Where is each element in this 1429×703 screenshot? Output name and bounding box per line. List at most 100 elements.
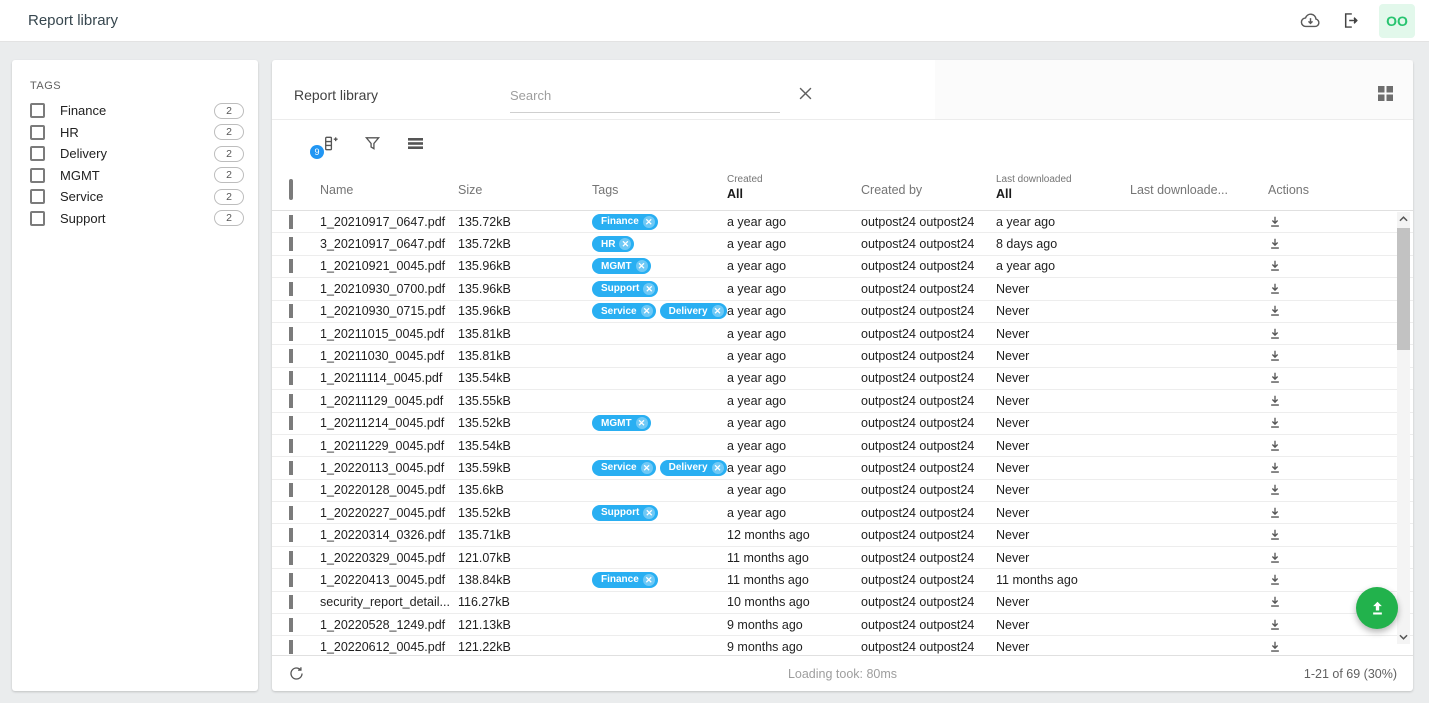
row-checkbox[interactable] bbox=[289, 506, 293, 520]
search-input[interactable] bbox=[510, 86, 780, 113]
tag-filter-checkbox[interactable] bbox=[30, 211, 45, 226]
created-filter-value[interactable]: All bbox=[727, 187, 861, 201]
download-icon[interactable] bbox=[1268, 528, 1282, 542]
tag-chip[interactable]: Service✕ bbox=[592, 460, 656, 476]
tag-chip[interactable]: Service✕ bbox=[592, 303, 656, 319]
clear-search-icon[interactable] bbox=[799, 87, 812, 103]
download-icon[interactable] bbox=[1268, 416, 1282, 430]
tag-filter-item[interactable]: Support2 bbox=[12, 208, 258, 230]
tag-chip[interactable]: Support✕ bbox=[592, 281, 658, 297]
row-checkbox[interactable] bbox=[289, 439, 293, 453]
download-icon[interactable] bbox=[1268, 349, 1282, 363]
row-checkbox[interactable] bbox=[289, 215, 293, 229]
tag-filter-item[interactable]: Service2 bbox=[12, 186, 258, 208]
tag-chip[interactable]: Support✕ bbox=[592, 505, 658, 521]
row-checkbox[interactable] bbox=[289, 573, 293, 587]
last-downloaded-filter-value[interactable]: All bbox=[996, 187, 1130, 201]
download-icon[interactable] bbox=[1268, 618, 1282, 632]
download-icon[interactable] bbox=[1268, 304, 1282, 318]
tag-chip[interactable]: Delivery✕ bbox=[660, 460, 727, 476]
tag-remove-icon[interactable]: ✕ bbox=[641, 462, 653, 474]
tag-filter-checkbox[interactable] bbox=[30, 103, 45, 118]
row-checkbox[interactable] bbox=[289, 259, 293, 273]
add-column-button[interactable]: 9 bbox=[318, 132, 340, 154]
row-checkbox[interactable] bbox=[289, 349, 293, 363]
row-checkbox-cell bbox=[289, 640, 320, 654]
tag-filter-item[interactable]: HR2 bbox=[12, 122, 258, 144]
tag-remove-icon[interactable]: ✕ bbox=[643, 216, 655, 228]
tag-remove-icon[interactable]: ✕ bbox=[641, 305, 653, 317]
tag-filter-item[interactable]: Finance2 bbox=[12, 100, 258, 122]
cell-size: 135.81kB bbox=[458, 327, 592, 341]
row-checkbox[interactable] bbox=[289, 461, 293, 475]
download-icon[interactable] bbox=[1268, 483, 1282, 497]
row-checkbox[interactable] bbox=[289, 394, 293, 408]
row-checkbox[interactable] bbox=[289, 416, 293, 430]
list-view-icon[interactable] bbox=[404, 132, 426, 154]
tag-chip[interactable]: Delivery✕ bbox=[660, 303, 727, 319]
row-checkbox[interactable] bbox=[289, 371, 293, 385]
row-checkbox[interactable] bbox=[289, 595, 293, 609]
logout-icon[interactable] bbox=[1340, 10, 1361, 31]
download-icon[interactable] bbox=[1268, 327, 1282, 341]
tag-remove-icon[interactable]: ✕ bbox=[636, 417, 648, 429]
row-checkbox[interactable] bbox=[289, 640, 293, 654]
tag-filter-checkbox[interactable] bbox=[30, 125, 45, 140]
col-header-last-downloaded-date[interactable]: Last downloade... bbox=[1130, 183, 1268, 210]
download-icon[interactable] bbox=[1268, 640, 1282, 654]
select-all-checkbox[interactable] bbox=[289, 179, 293, 200]
scroll-down-icon[interactable] bbox=[1397, 630, 1410, 644]
tag-chip[interactable]: Finance✕ bbox=[592, 572, 658, 588]
download-icon[interactable] bbox=[1268, 215, 1282, 229]
col-header-created-by[interactable]: Created by bbox=[861, 183, 996, 210]
tag-filter-item[interactable]: MGMT2 bbox=[12, 165, 258, 187]
tag-chip[interactable]: Finance✕ bbox=[592, 214, 658, 230]
download-icon[interactable] bbox=[1268, 371, 1282, 385]
row-checkbox[interactable] bbox=[289, 237, 293, 251]
tag-chip[interactable]: MGMT✕ bbox=[592, 415, 651, 431]
tag-remove-icon[interactable]: ✕ bbox=[643, 507, 655, 519]
tag-remove-icon[interactable]: ✕ bbox=[636, 260, 648, 272]
download-icon[interactable] bbox=[1268, 595, 1282, 609]
row-checkbox[interactable] bbox=[289, 282, 293, 296]
col-header-size[interactable]: Size bbox=[458, 183, 592, 210]
tag-filter-item[interactable]: Delivery2 bbox=[12, 143, 258, 165]
download-icon[interactable] bbox=[1268, 551, 1282, 565]
download-icon[interactable] bbox=[1268, 259, 1282, 273]
download-icon[interactable] bbox=[1268, 282, 1282, 296]
scrollbar-thumb[interactable] bbox=[1397, 228, 1410, 350]
row-checkbox[interactable] bbox=[289, 304, 293, 318]
tag-remove-icon[interactable]: ✕ bbox=[712, 305, 724, 317]
filter-icon[interactable] bbox=[361, 132, 383, 154]
avatar[interactable]: OO bbox=[1379, 4, 1415, 38]
tag-remove-icon[interactable]: ✕ bbox=[643, 283, 655, 295]
tag-filter-checkbox[interactable] bbox=[30, 146, 45, 161]
download-icon[interactable] bbox=[1268, 394, 1282, 408]
tag-chip[interactable]: HR✕ bbox=[592, 236, 634, 252]
download-icon[interactable] bbox=[1268, 439, 1282, 453]
download-icon[interactable] bbox=[1268, 573, 1282, 587]
tag-remove-icon[interactable]: ✕ bbox=[619, 238, 631, 250]
download-icon[interactable] bbox=[1268, 506, 1282, 520]
row-checkbox[interactable] bbox=[289, 618, 293, 632]
cloud-download-icon[interactable] bbox=[1299, 9, 1322, 32]
col-header-tags[interactable]: Tags bbox=[592, 183, 727, 210]
tag-chip[interactable]: MGMT✕ bbox=[592, 258, 651, 274]
tag-remove-icon[interactable]: ✕ bbox=[712, 462, 724, 474]
tag-filter-checkbox[interactable] bbox=[30, 189, 45, 204]
row-checkbox[interactable] bbox=[289, 551, 293, 565]
row-checkbox[interactable] bbox=[289, 327, 293, 341]
row-checkbox[interactable] bbox=[289, 528, 293, 542]
download-icon[interactable] bbox=[1268, 237, 1282, 251]
col-header-name[interactable]: Name bbox=[320, 183, 458, 210]
grid-view-icon[interactable] bbox=[1378, 86, 1393, 104]
row-checkbox[interactable] bbox=[289, 483, 293, 497]
col-header-created[interactable]: Created All bbox=[727, 174, 861, 210]
vertical-scrollbar[interactable] bbox=[1397, 212, 1410, 644]
download-icon[interactable] bbox=[1268, 461, 1282, 475]
tag-remove-icon[interactable]: ✕ bbox=[643, 574, 655, 586]
upload-fab[interactable] bbox=[1356, 587, 1398, 629]
scroll-up-icon[interactable] bbox=[1397, 212, 1410, 226]
tag-filter-checkbox[interactable] bbox=[30, 168, 45, 183]
col-header-last-downloaded[interactable]: Last downloaded All bbox=[996, 174, 1130, 210]
